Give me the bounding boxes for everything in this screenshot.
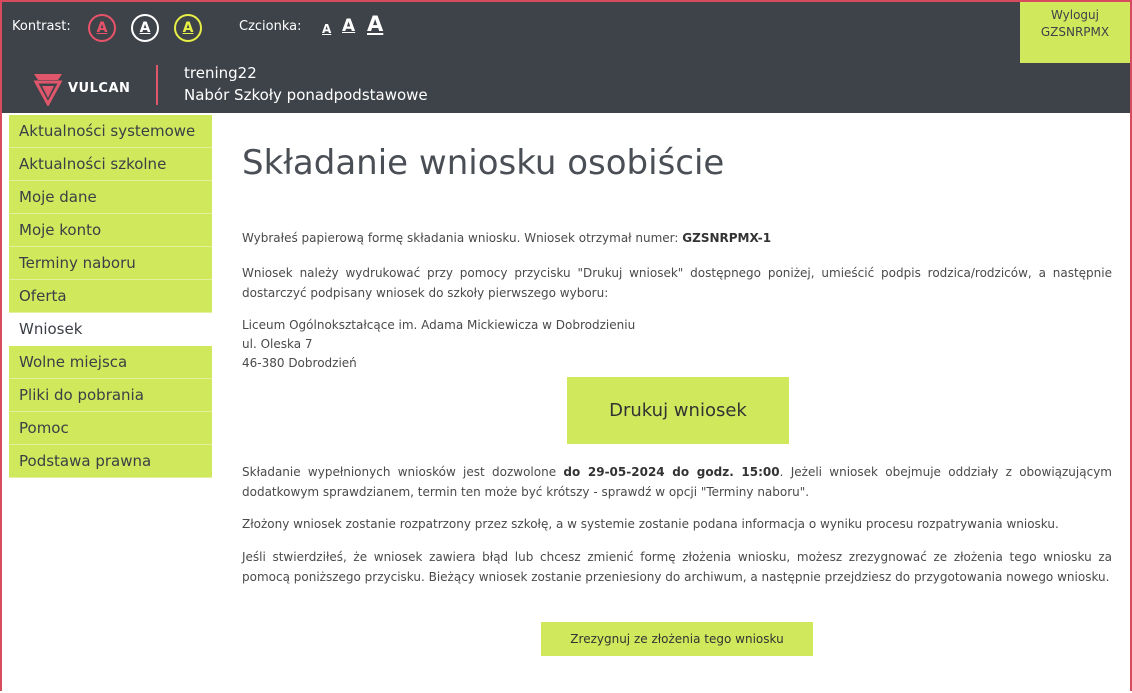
vulcan-logo-text: VULCAN — [68, 81, 131, 96]
contrast-white-button[interactable]: A — [131, 14, 159, 42]
resign-application-button[interactable]: Zrezygnuj ze złożenia tego wniosku — [541, 622, 813, 656]
application-number: GZSNRPMX-1 — [682, 231, 772, 245]
sidebar-item-pliki-do-pobrania[interactable]: Pliki do pobrania — [9, 379, 212, 412]
review-info-paragraph: Złożony wniosek zostanie rozpatrzony prz… — [242, 517, 1059, 531]
sidebar-item-podstawa-prawna[interactable]: Podstawa prawna — [9, 445, 212, 478]
sidebar-item-terminy-naboru[interactable]: Terminy naboru — [9, 247, 212, 280]
school-name: Liceum Ogólnokształcące im. Adama Mickie… — [242, 318, 636, 332]
sidebar-item-wniosek[interactable]: Wniosek — [9, 313, 212, 346]
module-name: Nabór Szkoły ponadpodstawowe — [184, 86, 428, 104]
contrast-yellow-button[interactable]: A — [174, 14, 202, 42]
sidebar-item-aktualnosci-systemowe[interactable]: Aktualności systemowe — [9, 115, 212, 148]
deadline-date: do 29-05-2024 do godz. 15:00 — [563, 465, 780, 479]
page-title: Składanie wniosku osobiście — [242, 143, 725, 183]
logout-button[interactable]: Wyloguj GZSNRPMX — [1020, 2, 1130, 63]
sidebar-menu: Aktualności systemowe Aktualności szkoln… — [9, 115, 212, 478]
print-instructions-paragraph: Wniosek należy wydrukować przy pomocy pr… — [242, 266, 1112, 300]
sidebar-item-oferta[interactable]: Oferta — [9, 280, 212, 313]
deadline-text-before: Składanie wypełnionych wniosków jest doz… — [242, 465, 564, 479]
vulcan-logo-icon — [33, 74, 63, 106]
top-bar: Kontrast: A A A Czcionka: A A A Wyloguj … — [2, 2, 1130, 113]
contrast-default-button[interactable]: A — [88, 14, 116, 42]
school-street: ul. Oleska 7 — [242, 337, 313, 351]
font-large-button[interactable]: A — [367, 12, 383, 36]
print-application-button[interactable]: Drukuj wniosek — [567, 377, 789, 444]
school-address: Liceum Ogólnokształcące im. Adama Mickie… — [242, 316, 635, 373]
logout-label: Wyloguj — [1051, 8, 1099, 22]
deadline-paragraph: Składanie wypełnionych wniosków jest doz… — [242, 462, 1112, 502]
application-number-text: Wybrałeś papierową formę składania wnios… — [242, 231, 683, 245]
sidebar-item-moje-dane[interactable]: Moje dane — [9, 181, 212, 214]
sidebar-item-aktualnosci-szkolne[interactable]: Aktualności szkolne — [9, 148, 212, 181]
application-number-paragraph: Wybrałeś papierową formę składania wnios… — [242, 228, 1112, 248]
school-city: 46-380 Dobrodzień — [242, 356, 357, 370]
font-medium-button[interactable]: A — [342, 16, 355, 36]
sidebar-item-moje-konto[interactable]: Moje konto — [9, 214, 212, 247]
font-size-label: Czcionka: — [239, 19, 302, 34]
logout-user-login: GZSNRPMX — [1040, 25, 1110, 39]
instance-name: trening22 — [184, 64, 257, 82]
sidebar-item-wolne-miejsca[interactable]: Wolne miejsca — [9, 346, 212, 379]
sidebar-item-pomoc[interactable]: Pomoc — [9, 412, 212, 445]
resign-info-paragraph: Jeśli stwierdziłeś, że wniosek zawiera b… — [242, 550, 1112, 584]
contrast-label: Kontrast: — [12, 19, 71, 34]
font-small-button[interactable]: A — [322, 22, 331, 36]
logo-divider — [156, 65, 158, 105]
